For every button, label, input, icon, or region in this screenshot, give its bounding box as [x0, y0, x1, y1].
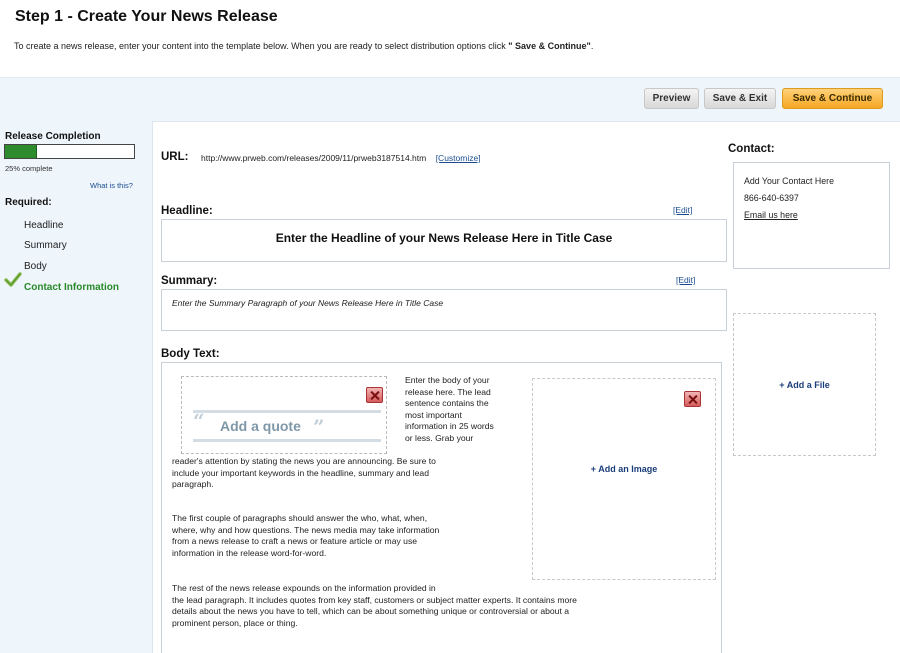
main-editor: URL: http://www.prweb.com/releases/2009/…: [152, 121, 900, 653]
body-paragraph-3: The rest of the news release expounds on…: [172, 583, 577, 629]
body-label: Body Text:: [161, 348, 220, 360]
preview-button[interactable]: Preview: [644, 88, 699, 109]
required-title: Required:: [5, 197, 52, 208]
body-line: The rest of the news release expounds on…: [172, 583, 436, 593]
toolbar: Preview Save & Exit Save & Continue: [0, 77, 900, 121]
intro-before: To create a news release, enter your con…: [14, 41, 509, 51]
body-line: include your important keywords in the h…: [172, 467, 429, 478]
page-title: Step 1 - Create Your News Release: [15, 8, 278, 25]
required-item-headline[interactable]: Headline: [24, 220, 63, 231]
summary-edit-link[interactable]: [Edit]: [676, 275, 695, 285]
body-line: The first couple of paragraphs should an…: [172, 513, 428, 523]
add-file-link[interactable]: + Add a File: [734, 380, 875, 390]
add-image-link[interactable]: + Add an Image: [533, 464, 715, 474]
contact-name: Add Your Contact Here: [744, 176, 834, 186]
summary-label: Summary:: [161, 275, 218, 287]
checkmark-icon: [4, 272, 22, 287]
body-line: Enter the body of your: [405, 375, 490, 385]
intro-text: To create a news release, enter your con…: [14, 41, 593, 51]
body-line: information in 25 words: [405, 421, 494, 431]
body-line: or less. Grab your: [405, 432, 474, 443]
quote-label: Add a quote: [220, 418, 301, 434]
what-is-this-link[interactable]: What is this?: [90, 181, 133, 190]
body-line: the lead paragraph. It includes quotes f…: [172, 594, 577, 605]
contact-email-link[interactable]: Email us here: [744, 210, 798, 220]
remove-image-icon[interactable]: [684, 391, 701, 407]
close-quote-icon: ”: [313, 415, 325, 439]
save-continue-button[interactable]: Save & Continue: [782, 88, 883, 109]
body-line: prominent person, place or thing.: [172, 617, 298, 628]
body-line: most important: [405, 409, 462, 420]
body-line: from a news release to craft a news or f…: [172, 536, 418, 546]
body-line: details about the news you have to tell,…: [172, 606, 569, 616]
headline-edit-link[interactable]: [Edit]: [673, 205, 692, 215]
progress-text: 25% complete: [5, 164, 53, 173]
body-paragraph-1-cont: reader's attention by stating the news y…: [172, 456, 436, 491]
file-box[interactable]: + Add a File: [733, 313, 876, 456]
summary-text: Enter the Summary Paragraph of your News…: [172, 298, 444, 308]
required-item-body[interactable]: Body: [24, 261, 47, 272]
body-line: reader's attention by stating the news y…: [172, 456, 436, 466]
customize-link[interactable]: [Customize]: [436, 153, 481, 163]
sidebar: Release Completion 25% complete What is …: [0, 121, 152, 653]
summary-field[interactable]: Enter the Summary Paragraph of your News…: [161, 289, 727, 331]
required-item-contact[interactable]: Contact Information: [24, 282, 119, 293]
contact-box[interactable]: Add Your Contact Here 866-640-6397 Email…: [733, 162, 890, 269]
required-item-summary[interactable]: Summary: [24, 240, 67, 251]
save-exit-button[interactable]: Save & Exit: [704, 88, 776, 109]
contact-label: Contact:: [728, 143, 775, 155]
body-line: information in the release word-for-word…: [172, 547, 327, 558]
intro-bold: " Save & Continue": [508, 41, 591, 51]
body-paragraph-1: Enter the body of your release here. The…: [405, 375, 494, 444]
headline-text: Enter the Headline of your News Release …: [275, 231, 613, 245]
url-label: URL:: [161, 151, 189, 163]
quote-box[interactable]: “ Add a quote ”: [181, 376, 387, 454]
url-text: http://www.prweb.com/releases/2009/11/pr…: [201, 153, 427, 163]
headline-label: Headline:: [161, 205, 213, 217]
body-line: where, why and how questions. The news m…: [172, 524, 440, 535]
progress-fill: [5, 145, 38, 158]
image-box[interactable]: + Add an Image: [532, 378, 716, 580]
remove-quote-icon[interactable]: [366, 387, 383, 403]
body-paragraph-2: The first couple of paragraphs should an…: [172, 513, 439, 559]
progress-bar: [4, 144, 135, 159]
headline-field[interactable]: Enter the Headline of your News Release …: [161, 219, 727, 262]
url-value: http://www.prweb.com/releases/2009/11/pr…: [201, 153, 481, 163]
quote-inner: “ Add a quote ”: [193, 409, 381, 442]
open-quote-icon: “: [193, 409, 205, 433]
body-line: sentence contains the: [405, 398, 489, 408]
body-field[interactable]: “ Add a quote ” Enter the body of your r…: [161, 362, 722, 653]
body-line: release here. The lead: [405, 386, 491, 397]
completion-title: Release Completion: [5, 131, 101, 142]
body-line: paragraph.: [172, 479, 214, 489]
contact-phone: 866-640-6397: [744, 193, 799, 203]
intro-after: .: [590, 41, 594, 51]
